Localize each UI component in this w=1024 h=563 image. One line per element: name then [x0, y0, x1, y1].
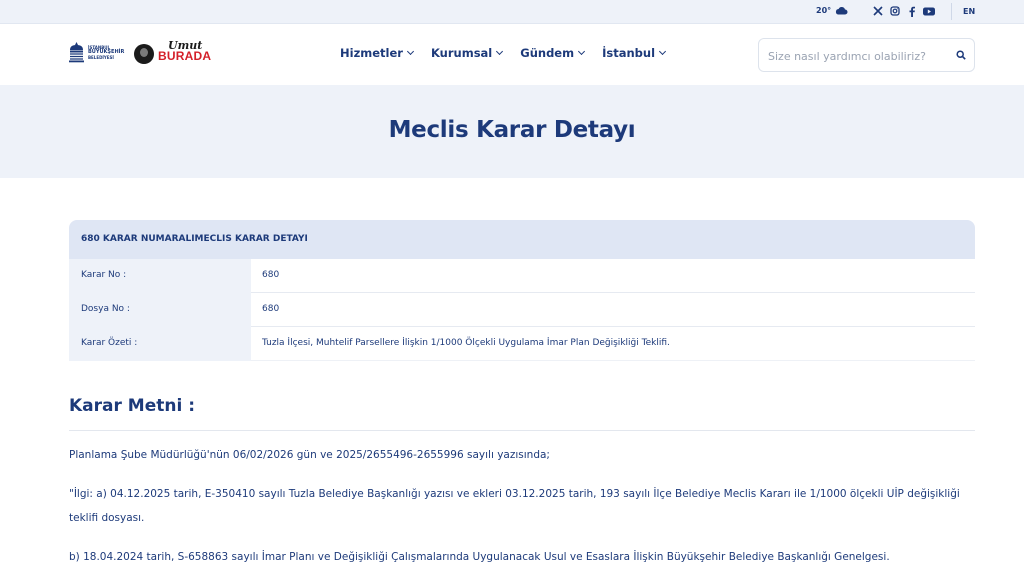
- site-header: İSTANBUL BÜYÜKŞEHİR BELEDİYESİ Umut BURA…: [0, 24, 1024, 85]
- divider: [951, 3, 952, 20]
- ibb-logo[interactable]: İSTANBUL BÜYÜKŞEHİR BELEDİYESİ: [68, 41, 124, 63]
- weather-widget: 20°: [816, 6, 848, 15]
- social-links: [872, 4, 935, 18]
- ibb-logo-text: İSTANBUL BÜYÜKŞEHİR BELEDİYESİ: [88, 44, 125, 60]
- decision-info-table: 680 KARAR NUMARALIMECLIS KARAR DETAYI Ka…: [69, 220, 975, 361]
- language-switch[interactable]: EN: [963, 7, 975, 16]
- nav-item-hizmetler[interactable]: Hizmetler: [340, 46, 414, 60]
- page-title: Meclis Karar Detayı: [388, 117, 636, 143]
- youtube-icon[interactable]: [923, 4, 935, 18]
- nav-item-istanbul[interactable]: İstanbul: [602, 46, 667, 60]
- section-title: Karar Metni :: [69, 396, 196, 416]
- row-label: Karar Özeti :: [69, 327, 251, 361]
- chevron-down-icon: [406, 47, 414, 56]
- main-nav: Hizmetler Kurumsal Gündem İstanbul: [340, 46, 667, 60]
- page-hero: Meclis Karar Detayı: [0, 85, 1024, 178]
- umut-burada-logo[interactable]: Umut BURADA: [158, 40, 211, 62]
- search-box: [758, 38, 975, 72]
- table-row: Karar Özeti : Tuzla İlçesi, Muhtelif Par…: [69, 327, 975, 361]
- chevron-down-icon: [578, 47, 586, 56]
- row-value: 680: [262, 270, 280, 280]
- nav-item-gundem[interactable]: Gündem: [520, 46, 586, 60]
- chevron-down-icon: [658, 47, 667, 56]
- table-heading: 680 KARAR NUMARALIMECLIS KARAR DETAYI: [69, 220, 975, 259]
- table-row: Karar No : 680: [69, 259, 975, 293]
- divider: [69, 430, 975, 431]
- instagram-icon[interactable]: [889, 4, 901, 18]
- row-label: Karar No :: [69, 259, 251, 293]
- decision-paragraph: Planlama Şube Müdürlüğü'nün 06/02/2026 g…: [69, 449, 550, 461]
- chevron-down-icon: [496, 47, 504, 56]
- row-value: Tuzla İlçesi, Muhtelif Parsellere İlişki…: [262, 338, 670, 348]
- x-icon[interactable]: [872, 4, 884, 18]
- row-label: Dosya No :: [69, 293, 251, 327]
- cloud-icon: [836, 6, 848, 15]
- ibb-emblem-icon: [69, 42, 84, 63]
- row-value: 680: [262, 304, 280, 314]
- table-row: Dosya No : 680: [69, 293, 975, 327]
- temperature: 20°: [816, 6, 832, 15]
- decision-paragraph: "İlgi: a) 04.12.2025 tarih, E-350410 say…: [69, 488, 960, 524]
- search-input[interactable]: [768, 48, 948, 64]
- facebook-icon[interactable]: [906, 4, 918, 18]
- search-icon[interactable]: [956, 50, 966, 60]
- nav-item-kurumsal[interactable]: Kurumsal: [431, 46, 504, 60]
- portrait-logo: [134, 44, 154, 64]
- decision-paragraph: b) 18.04.2024 tarih, S-658863 sayılı İma…: [69, 551, 890, 563]
- top-bar: 20° EN: [0, 0, 1024, 24]
